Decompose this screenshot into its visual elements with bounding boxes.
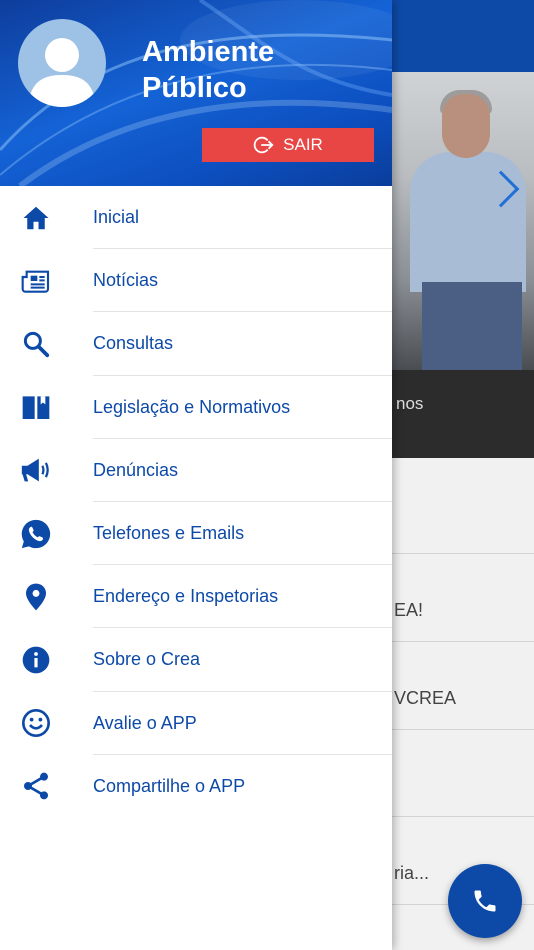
menu-item-label: Compartilhe o APP (93, 775, 246, 796)
menu-item-label: Denúncias (93, 459, 179, 480)
news-carousel-photo[interactable] (392, 72, 534, 370)
megaphone-icon (18, 452, 54, 488)
logout-label: SAIR (283, 135, 323, 154)
list-divider (392, 553, 534, 554)
user-name: Ambiente Público (142, 36, 275, 104)
menu-item-noticias[interactable]: Notícias (0, 249, 392, 313)
menu-item-telefones[interactable]: Telefones e Emails (0, 502, 392, 566)
menu-item-label: Consultas (93, 333, 174, 354)
search-icon (18, 326, 54, 362)
logout-icon (253, 136, 274, 154)
menu-item-label: Sobre o Crea (93, 649, 201, 670)
list-item[interactable]: VCREA (394, 688, 456, 709)
home-icon (18, 200, 54, 236)
menu-item-denuncias[interactable]: Denúncias (0, 439, 392, 502)
call-button[interactable] (448, 864, 522, 938)
drawer-header: Ambiente Público SAIR (0, 0, 392, 186)
menu-item-label: Inicial (93, 207, 140, 228)
drawer-menu: Inicial Notícias Consultas Legislação e … (0, 186, 392, 818)
carousel-caption: nos (392, 370, 534, 458)
menu-item-avalie[interactable]: Avalie o APP (0, 692, 392, 755)
whatsapp-icon (18, 516, 54, 552)
user-silhouette-icon (28, 38, 96, 107)
menu-item-endereco[interactable]: Endereço e Inspetorias (0, 565, 392, 629)
list-divider (392, 729, 534, 730)
menu-item-inicial[interactable]: Inicial (0, 186, 392, 250)
smiley-icon (18, 705, 54, 741)
menu-item-label: Telefones e Emails (93, 523, 245, 544)
book-icon (18, 389, 54, 425)
menu-item-sobre[interactable]: Sobre o Crea (0, 628, 392, 692)
list-item[interactable]: ria... (394, 863, 429, 884)
avatar[interactable] (18, 19, 106, 107)
navigation-drawer: Ambiente Público SAIR Inicial Notícias C… (0, 0, 392, 950)
menu-item-label: Endereço e Inspetorias (93, 586, 279, 607)
menu-item-compartilhe[interactable]: Compartilhe o APP (0, 755, 392, 818)
list-divider (392, 641, 534, 642)
logout-button[interactable]: SAIR (202, 128, 374, 162)
list-divider (392, 816, 534, 817)
menu-item-label: Avalie o APP (93, 712, 197, 733)
share-icon (18, 768, 54, 804)
menu-item-consultas[interactable]: Consultas (0, 312, 392, 376)
phone-icon (474, 890, 496, 912)
info-icon (18, 642, 54, 678)
menu-item-legislacao[interactable]: Legislação e Normativos (0, 376, 392, 439)
menu-item-label: Notícias (93, 270, 159, 291)
location-pin-icon (18, 579, 54, 615)
carousel-caption-text: nos (396, 394, 424, 413)
newspaper-icon (18, 263, 54, 299)
menu-item-label: Legislação e Normativos (93, 396, 291, 417)
list-item[interactable]: EA! (394, 600, 423, 621)
